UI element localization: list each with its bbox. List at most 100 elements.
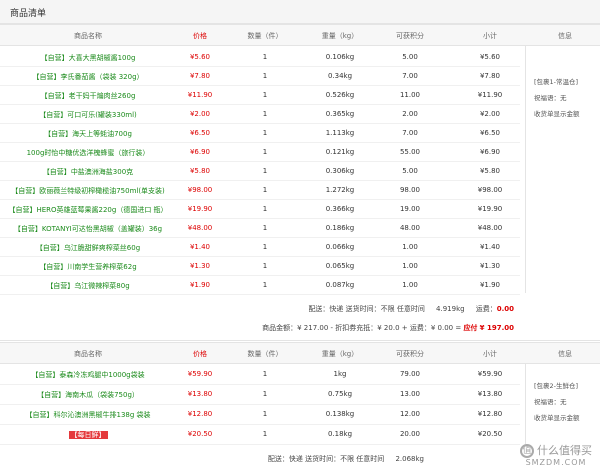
product-weight: 0.366kg bbox=[325, 205, 355, 213]
product-title: 欧丽薇兰特级初榨橄榄油750ml(单支装) bbox=[39, 187, 165, 195]
product-points: 5.00 bbox=[402, 53, 418, 61]
product-subtotal: ¥98.00 bbox=[477, 186, 503, 194]
watermark-domain: SMZDM.COM bbox=[525, 458, 587, 467]
product-qty: 1 bbox=[262, 224, 268, 232]
product-points: 7.00 bbox=[402, 72, 418, 80]
product-name[interactable]: 【自营】乌江脆甜鲜爽榨菜丝60g bbox=[8, 243, 168, 253]
product-title: 川南学生营养榨菜62g bbox=[67, 263, 137, 271]
table-row: 【每日鲜】 ¥20.50 1 0.18kg 20.00 ¥20.50 bbox=[0, 425, 520, 445]
product-weight: 0.526kg bbox=[325, 91, 355, 99]
product-title: HERO英雄蓝莓果酱220g（德国进口 瓶） bbox=[36, 206, 168, 214]
product-name[interactable]: 【自营】老干妈干煸肉丝260g bbox=[8, 91, 168, 101]
product-weight: 1kg bbox=[333, 370, 347, 378]
product-subtotal: ¥5.80 bbox=[479, 167, 501, 175]
product-points: 13.00 bbox=[399, 390, 421, 398]
product-name[interactable]: 【自营】泰森冷冻鸡腿中1000g袋装 bbox=[8, 370, 168, 380]
package-info-1: [包裹1-常温仓] 祝福语：无 收货单显示金额 bbox=[525, 46, 600, 293]
table-row: 【自营】KOTANYI可达怡黑胡椒（盖罐装）36g ¥48.00 1 0.186kg 4… bbox=[0, 219, 520, 238]
shipping-summary: 配送：快递 送货时间：不限 任意时间 2.068kg bbox=[268, 454, 424, 464]
product-points: 11.00 bbox=[399, 91, 421, 99]
col-points: 可获积分 bbox=[396, 32, 424, 40]
product-name[interactable]: 【自营】KOTANYI可达怡黑胡椒（盖罐装）36g bbox=[8, 224, 168, 234]
product-name[interactable]: 【自营】海天上等蚝油700g bbox=[8, 129, 168, 139]
product-name[interactable]: 【自营】大喜大黑胡椒酱100g bbox=[8, 53, 168, 63]
product-qty: 1 bbox=[262, 281, 268, 289]
product-price: ¥1.30 bbox=[189, 262, 211, 270]
product-name[interactable]: 【自营】科尔沁澳洲黑椒牛排138g 袋装 bbox=[8, 410, 168, 420]
product-price: ¥11.90 bbox=[187, 91, 213, 99]
product-name[interactable]: 【自营】乌江微辣榨菜80g bbox=[8, 281, 168, 291]
table-row: 【自营】HERO英雄蓝莓果酱220g（德国进口 瓶） ¥19.90 1 0.366kg… bbox=[0, 200, 520, 219]
col-info: 信息 bbox=[558, 32, 572, 40]
col-subtotal: 小计 bbox=[483, 32, 497, 40]
col-info: 信息 bbox=[558, 350, 572, 358]
product-weight: 0.186kg bbox=[325, 224, 355, 232]
product-weight: 0.065kg bbox=[325, 262, 355, 270]
product-name[interactable]: 100g时怡中糖优选洋槐蜂蜜（旅行装） bbox=[8, 148, 168, 158]
product-weight: 0.18kg bbox=[327, 430, 353, 438]
product-tag: 【自营】 bbox=[40, 54, 69, 62]
product-tag: 【自营】 bbox=[39, 111, 68, 119]
table-row: 【自营】大喜大黑胡椒酱100g ¥5.60 1 0.106kg 5.00 ¥5.60 bbox=[0, 48, 520, 67]
watermark: 值什么值得买 SMZDM.COM bbox=[520, 442, 592, 467]
product-points: 20.00 bbox=[399, 430, 421, 438]
product-title: 大喜大黑胡椒酱100g bbox=[68, 54, 136, 62]
product-tag: 【自营】 bbox=[37, 391, 66, 399]
product-qty: 1 bbox=[262, 370, 268, 378]
product-name[interactable]: 【每日鲜】 bbox=[8, 430, 168, 440]
package-summary-2: 配送：快递 送货时间：不限 任意时间 2.068kg bbox=[0, 448, 520, 470]
product-weight: 0.106kg bbox=[325, 53, 355, 61]
product-subtotal: ¥19.90 bbox=[477, 205, 503, 213]
product-name[interactable]: 【自营】海南木瓜（袋装750g） bbox=[8, 390, 168, 400]
product-title: 中盐澳洲海盐300克 bbox=[70, 168, 134, 176]
product-name[interactable]: 【自营】HERO英雄蓝莓果酱220g（德国进口 瓶） bbox=[8, 205, 168, 215]
product-title: 老干妈干煸肉丝260g bbox=[68, 92, 136, 100]
table-row: 【自营】中盐澳洲海盐300克 ¥5.80 1 0.306kg 5.00 ¥5.80 bbox=[0, 162, 520, 181]
product-title: KOTANYI可达怡黑胡椒（盖罐装）36g bbox=[41, 225, 163, 233]
product-weight: 0.121kg bbox=[325, 148, 355, 156]
product-subtotal: ¥2.00 bbox=[479, 110, 501, 118]
product-points: 98.00 bbox=[399, 186, 421, 194]
product-points: 48.00 bbox=[399, 224, 421, 232]
payable-value: ¥ 197.00 bbox=[479, 324, 514, 332]
shipping-text: 配送：快递 送货时间：不限 任意时间 bbox=[308, 305, 425, 313]
product-subtotal: ¥1.40 bbox=[479, 243, 501, 251]
product-points: 55.00 bbox=[399, 148, 421, 156]
product-tag: 【自营】 bbox=[39, 263, 68, 271]
divider bbox=[0, 340, 600, 341]
product-title: 科尔沁澳洲黑椒牛排138g 袋装 bbox=[53, 411, 151, 419]
product-tag: 【自营】 bbox=[42, 168, 71, 176]
product-price: ¥2.00 bbox=[189, 110, 211, 118]
col-weight: 重量（kg） bbox=[321, 350, 359, 358]
product-price: ¥6.90 bbox=[189, 148, 211, 156]
payable-label: 应付 bbox=[463, 324, 478, 332]
product-price: ¥5.60 bbox=[189, 53, 211, 61]
amount-summary: 商品金额：¥ 217.00 - 折扣券充抵：¥ 20.0 + 运费：¥ 0.00… bbox=[262, 323, 514, 333]
product-weight: 0.306kg bbox=[325, 167, 355, 175]
title-bar: 商品清单 bbox=[0, 0, 600, 24]
col-price: 价格 bbox=[193, 350, 207, 358]
product-name[interactable]: 【自营】中盐澳洲海盐300克 bbox=[8, 167, 168, 177]
product-name[interactable]: 【自营】欧丽薇兰特级初榨橄榄油750ml(单支装) bbox=[8, 186, 168, 196]
product-tag: 【自营】 bbox=[44, 130, 73, 138]
table-row: 【自营】乌江微辣榨菜80g ¥1.90 1 0.087kg 1.00 ¥1.90 bbox=[0, 276, 520, 295]
col-qty: 数量（件） bbox=[247, 350, 283, 358]
amount-text: 商品金额：¥ 217.00 - 折扣券充抵：¥ 20.0 + 运费：¥ 0.00… bbox=[262, 324, 462, 332]
col-subtotal: 小计 bbox=[483, 350, 497, 358]
table-row: 【自营】泰森冷冻鸡腿中1000g袋装 ¥59.90 1 1kg 79.00 ¥59.90 bbox=[0, 365, 520, 385]
receipt-amount-note: 收货单显示金额 bbox=[534, 414, 580, 422]
product-weight: 0.365kg bbox=[325, 110, 355, 118]
product-subtotal: ¥12.80 bbox=[477, 410, 503, 418]
product-subtotal: ¥5.60 bbox=[479, 53, 501, 61]
col-points: 可获积分 bbox=[396, 350, 424, 358]
product-name[interactable]: 【自营】李氏番茄酱（袋装 320g） bbox=[8, 72, 168, 82]
table-row: 【自营】川南学生营养榨菜62g ¥1.30 1 0.065kg 1.00 ¥1.30 bbox=[0, 257, 520, 276]
product-name[interactable]: 【自营】川南学生营养榨菜62g bbox=[8, 262, 168, 272]
product-weight: 0.066kg bbox=[325, 243, 355, 251]
product-name[interactable]: 【自营】可口可乐(罐装330ml) bbox=[8, 110, 168, 120]
product-qty: 1 bbox=[262, 410, 268, 418]
product-subtotal: ¥6.90 bbox=[479, 148, 501, 156]
product-title: 100g时怡中糖优选洋槐蜂蜜（旅行装） bbox=[26, 149, 150, 157]
product-qty: 1 bbox=[262, 186, 268, 194]
product-price: ¥19.90 bbox=[187, 205, 213, 213]
